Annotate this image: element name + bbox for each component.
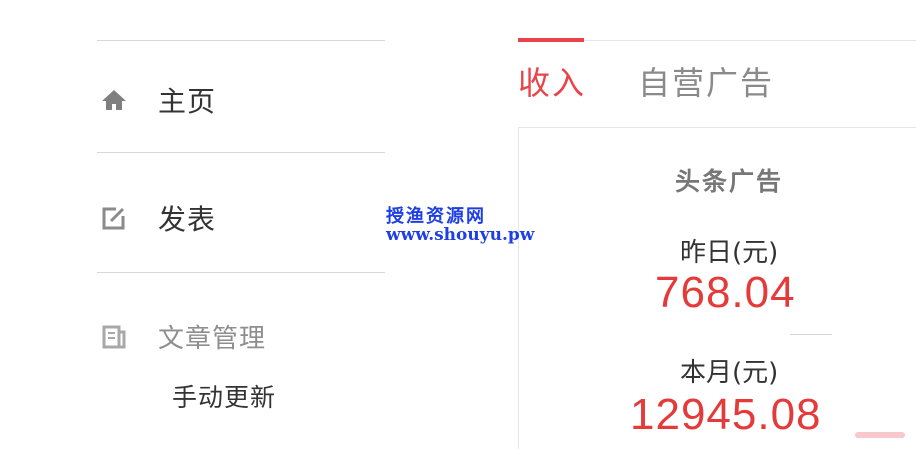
sidebar-item-label: 主页 <box>158 85 217 118</box>
sidebar-item-home[interactable]: 主页 <box>100 80 216 120</box>
divider <box>790 334 832 335</box>
active-tab-indicator <box>518 38 584 42</box>
sidebar-item-articles[interactable]: 文章管理 <box>100 318 266 355</box>
divider <box>97 40 385 41</box>
month-value: 12945.08 <box>630 390 822 439</box>
card-title: 头条广告 <box>675 167 784 196</box>
tab-self-ads[interactable]: 自营广告 <box>638 58 774 104</box>
article-icon <box>100 323 128 351</box>
divider <box>97 272 385 273</box>
yesterday-value: 768.04 <box>655 268 796 317</box>
sidebar-item-label: 发表 <box>158 203 217 236</box>
sidebar-subitem-manual-update[interactable]: 手动更新 <box>172 378 276 414</box>
month-label: 本月(元) <box>680 358 779 388</box>
decorative-mark <box>855 432 905 438</box>
sidebar-item-label: 文章管理 <box>158 324 267 354</box>
sidebar-item-publish[interactable]: 发表 <box>100 198 216 238</box>
sidebar: 主页 发表 文章管理 手动更新 <box>0 0 400 449</box>
divider <box>97 152 385 153</box>
yesterday-label: 昨日(元) <box>680 238 779 268</box>
tab-income[interactable]: 收入 <box>518 58 586 104</box>
home-icon <box>100 86 128 114</box>
watermark-url: www.shouyu.pw <box>386 225 535 245</box>
edit-icon <box>100 204 128 232</box>
